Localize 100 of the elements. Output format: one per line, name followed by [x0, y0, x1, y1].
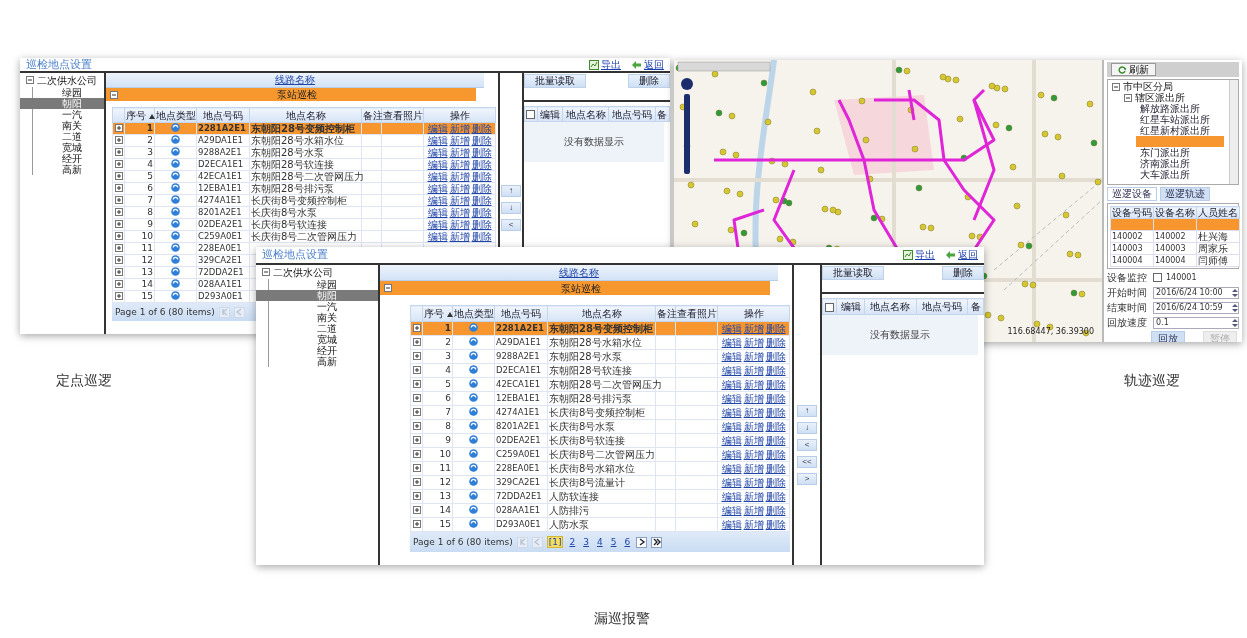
- expand-icon[interactable]: [412, 408, 421, 416]
- tree-item[interactable]: 朝阳: [20, 98, 104, 109]
- edit-link[interactable]: 编辑: [721, 491, 742, 502]
- column-header[interactable]: 操作: [717, 305, 790, 322]
- collapse-icon[interactable]: [384, 284, 392, 292]
- tab[interactable]: 巡逻设备: [1107, 187, 1157, 201]
- map-drawing[interactable]: [984, 247, 1102, 342]
- expand-icon[interactable]: [114, 208, 123, 216]
- column-header[interactable]: 序号: [422, 305, 453, 322]
- edit-link[interactable]: 编辑: [721, 435, 742, 446]
- expand-icon[interactable]: [114, 196, 123, 204]
- column-header[interactable]: 地点名称: [864, 298, 917, 315]
- spin-field[interactable]: 0.1: [1153, 316, 1239, 329]
- expand-icon[interactable]: [412, 366, 421, 374]
- edit-link[interactable]: 编辑: [721, 463, 742, 474]
- delete-link[interactable]: 删除: [765, 519, 786, 530]
- add-link[interactable]: 新增: [743, 351, 764, 362]
- collapse-icon[interactable]: [1124, 93, 1132, 102]
- collapse-icon[interactable]: [110, 90, 118, 99]
- expand-icon[interactable]: [114, 184, 123, 192]
- tree-item[interactable]: 绿园: [256, 279, 378, 290]
- column-header[interactable]: 地点类型: [452, 305, 495, 322]
- edit-link[interactable]: 编辑: [721, 379, 742, 390]
- add-link[interactable]: 新增: [743, 365, 764, 376]
- edit-link[interactable]: 编辑: [427, 147, 448, 158]
- expand-icon[interactable]: [412, 352, 421, 360]
- column-header[interactable]: 查看照片: [381, 107, 424, 123]
- move-button[interactable]: ↓: [501, 202, 521, 214]
- add-link[interactable]: 新增: [743, 421, 764, 432]
- add-link[interactable]: 新增: [743, 323, 764, 334]
- batch-read-button[interactable]: 批量读取: [822, 266, 884, 280]
- page-link[interactable]: 5: [608, 536, 619, 548]
- last-page-button[interactable]: [651, 536, 663, 548]
- delete-link[interactable]: 删除: [765, 393, 786, 404]
- column-header[interactable]: 人员姓名: [1196, 206, 1240, 219]
- delete-link[interactable]: 删除: [471, 219, 492, 230]
- edit-link[interactable]: 编辑: [721, 421, 742, 432]
- edit-link[interactable]: 编辑: [721, 365, 742, 376]
- add-link[interactable]: 新增: [449, 171, 470, 182]
- edit-link[interactable]: 编辑: [721, 449, 742, 460]
- export-link[interactable]: 导出: [589, 58, 621, 71]
- batch-read-button[interactable]: 批量读取: [524, 74, 586, 88]
- route-name-header[interactable]: 线路名称: [380, 265, 778, 281]
- spinner-icon[interactable]: [1232, 288, 1238, 297]
- expand-icon[interactable]: [114, 256, 123, 264]
- add-link[interactable]: 新增: [743, 463, 764, 474]
- expand-icon[interactable]: [114, 268, 123, 276]
- delete-link[interactable]: 删除: [765, 337, 786, 348]
- edit-link[interactable]: 编辑: [721, 323, 742, 334]
- tree-item[interactable]: 济南派出所: [1136, 158, 1224, 169]
- expand-icon[interactable]: [412, 338, 421, 346]
- collapse-icon[interactable]: [262, 268, 270, 276]
- tree-root[interactable]: 市中区分局: [1123, 81, 1173, 92]
- add-link[interactable]: 新增: [743, 491, 764, 502]
- column-header[interactable]: 地点号码: [196, 107, 250, 123]
- collapse-icon[interactable]: [1112, 82, 1120, 91]
- add-link[interactable]: 新增: [743, 519, 764, 530]
- edit-link[interactable]: 编辑: [427, 123, 448, 134]
- tree-item[interactable]: 高新: [256, 356, 378, 367]
- edit-link[interactable]: 编辑: [427, 207, 448, 218]
- expand-icon[interactable]: [412, 492, 421, 500]
- edit-link[interactable]: 编辑: [721, 351, 742, 362]
- edit-link[interactable]: 编辑: [721, 393, 742, 404]
- checkbox[interactable]: [526, 110, 536, 119]
- add-link[interactable]: 新增: [743, 379, 764, 390]
- page-link[interactable]: 2: [567, 536, 578, 548]
- expand-icon[interactable]: [114, 220, 123, 228]
- tree-item[interactable]: 高新: [20, 164, 104, 175]
- tree-item[interactable]: 二道: [20, 131, 104, 142]
- edit-link[interactable]: 编辑: [721, 477, 742, 488]
- scrollbar[interactable]: [1229, 80, 1238, 184]
- tree-item[interactable]: 红星车站派出所: [1136, 114, 1224, 125]
- column-header[interactable]: 设备号码: [1110, 206, 1154, 219]
- delete-link[interactable]: 删除: [765, 477, 786, 488]
- delete-link[interactable]: 删除: [471, 231, 492, 242]
- delete-link[interactable]: 删除: [471, 207, 492, 218]
- delete-link[interactable]: 删除: [765, 351, 786, 362]
- refresh-button[interactable]: 刷新: [1111, 63, 1156, 76]
- delete-button[interactable]: 删除: [942, 266, 984, 280]
- add-link[interactable]: 新增: [743, 435, 764, 446]
- page-link[interactable]: 6: [622, 536, 633, 548]
- tree-item[interactable]: 红星新村派出所: [1136, 125, 1224, 136]
- tree-root[interactable]: 二次供水公司: [37, 74, 97, 86]
- expand-icon[interactable]: [412, 478, 421, 486]
- expand-icon[interactable]: [412, 394, 421, 402]
- expand-icon[interactable]: [114, 244, 123, 252]
- expand-icon[interactable]: [412, 436, 421, 444]
- edit-link[interactable]: 编辑: [427, 195, 448, 206]
- tree-item[interactable]: 南关: [256, 312, 378, 323]
- tree-item[interactable]: 经开: [256, 345, 378, 356]
- tree-item[interactable]: 南关: [20, 120, 104, 131]
- checkbox[interactable]: [825, 302, 835, 312]
- expand-icon[interactable]: [412, 506, 421, 514]
- column-header[interactable]: 地点类型: [154, 107, 197, 123]
- delete-link[interactable]: 删除: [471, 159, 492, 170]
- delete-link[interactable]: 删除: [765, 365, 786, 376]
- tree-item[interactable]: 辖区派出所: [1135, 92, 1185, 103]
- spin-field[interactable]: 2016/6/24 10:00: [1153, 286, 1239, 299]
- move-button[interactable]: ↓: [797, 422, 817, 434]
- delete-link[interactable]: 删除: [765, 491, 786, 502]
